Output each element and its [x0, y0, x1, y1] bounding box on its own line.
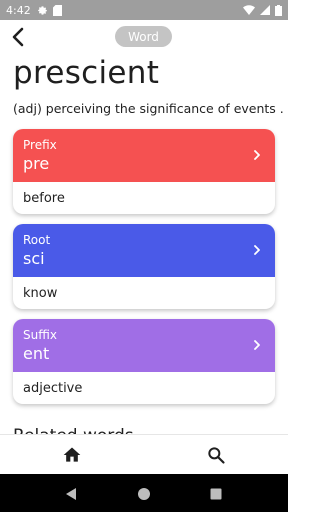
prefix-card[interactable]: Prefix pre before: [13, 129, 275, 214]
word-type-chip: Word: [115, 26, 172, 47]
back-button[interactable]: [8, 26, 30, 48]
chevron-right-icon: [254, 150, 260, 160]
top-app-row: Word: [0, 22, 288, 52]
status-left-icons: [37, 4, 62, 16]
root-card[interactable]: Root sci know: [13, 224, 275, 309]
chevron-right-icon: [254, 245, 260, 255]
home-nav-button[interactable]: [62, 445, 82, 465]
part-kind-label: Prefix: [23, 138, 57, 152]
bottom-navigation: [0, 434, 288, 474]
back-arrow-icon: [12, 27, 24, 47]
related-words-heading: Related words: [13, 426, 134, 434]
back-triangle-icon: [66, 488, 76, 500]
system-navigation-bar: [0, 474, 288, 512]
root-card-header[interactable]: Root sci: [13, 224, 275, 277]
battery-icon: [275, 4, 282, 16]
word-definition: (adj) perceiving the significance of eve…: [13, 101, 283, 116]
part-meaning: know: [23, 285, 58, 301]
search-nav-button[interactable]: [206, 445, 226, 465]
part-meaning: adjective: [23, 380, 83, 396]
home-circle-icon: [138, 488, 150, 500]
part-value: sci: [23, 249, 45, 268]
gear-icon: [37, 5, 48, 16]
cell-signal-icon: [260, 5, 270, 15]
suffix-card-header[interactable]: Suffix ent: [13, 319, 275, 372]
status-right-icons: [243, 4, 282, 16]
part-meaning: before: [23, 190, 65, 206]
part-kind-label: Suffix: [23, 328, 57, 342]
related-words-section: Related words: [0, 424, 288, 434]
word-title: prescient: [13, 55, 160, 91]
recents-square-icon: [210, 488, 222, 500]
status-time: 4:42: [6, 3, 31, 17]
system-back-button[interactable]: [64, 486, 78, 500]
status-bar: 4:42: [0, 0, 288, 20]
prefix-card-header[interactable]: Prefix pre: [13, 129, 275, 182]
part-value: pre: [23, 154, 50, 173]
suffix-card[interactable]: Suffix ent adjective: [13, 319, 275, 404]
system-home-button[interactable]: [137, 486, 151, 500]
system-recents-button[interactable]: [209, 486, 223, 500]
chevron-right-icon: [254, 340, 260, 350]
part-value: ent: [23, 344, 50, 363]
home-icon: [63, 447, 81, 462]
search-icon: [208, 447, 225, 464]
sd-card-icon: [52, 4, 62, 16]
part-kind-label: Root: [23, 233, 51, 247]
wifi-icon: [243, 5, 255, 15]
